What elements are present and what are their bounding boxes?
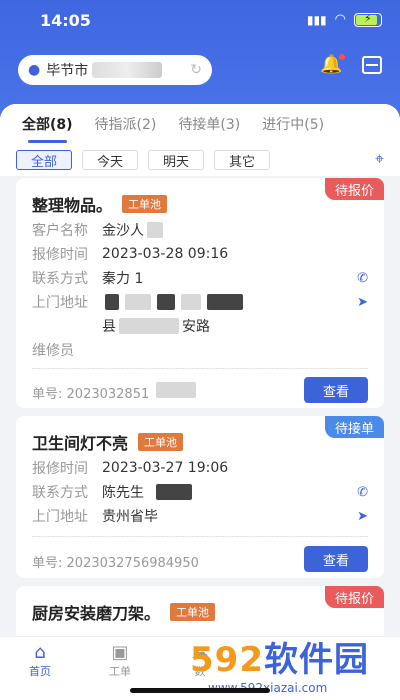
navigate-icon[interactable]: ➤ bbox=[357, 295, 368, 310]
time-label: 报修时间 bbox=[32, 461, 88, 477]
redacted bbox=[207, 294, 243, 310]
order-card[interactable]: 待接单 卫生间灯不亮 工单池 报修时间 2023-03-27 19:06 联系方… bbox=[16, 416, 384, 578]
tabbar-home[interactable]: ⌂ 首页 bbox=[0, 637, 80, 700]
contact-value: 秦力 1 bbox=[102, 271, 144, 287]
filter-today[interactable]: 今天 bbox=[82, 150, 139, 170]
home-indicator bbox=[130, 688, 270, 693]
time-value: 2023-03-28 09:16 bbox=[102, 246, 229, 262]
status-bar: 14:05 ▮▮▮ ◠ ⚡ bbox=[0, 0, 400, 40]
time-row: 报修时间 2023-03-27 19:06 bbox=[32, 458, 368, 478]
view-button[interactable]: 查看 bbox=[304, 377, 368, 403]
watermark-number: 592 bbox=[190, 640, 264, 680]
time-label: 报修时间 bbox=[32, 247, 88, 263]
divider bbox=[32, 368, 368, 369]
customer-value: 金沙人 bbox=[102, 223, 144, 239]
order-card[interactable]: 待报价 厨房安装磨刀架。 工单池 bbox=[16, 586, 384, 636]
filter-tomorrow[interactable]: 明天 bbox=[148, 150, 205, 170]
order-tag: 工单池 bbox=[122, 195, 168, 213]
notification-dot bbox=[339, 54, 346, 60]
customer-row: 客户名称 金沙人 bbox=[32, 220, 368, 240]
order-title-text: 整理物品。 bbox=[32, 196, 113, 215]
redacted bbox=[157, 294, 175, 310]
watermark-logo: 592软件园 bbox=[190, 632, 400, 681]
order-title-text: 卫生间灯不亮 bbox=[32, 434, 129, 453]
address-row: 上门地址 ➤ bbox=[32, 292, 368, 312]
worker-label: 维修员 bbox=[32, 343, 74, 359]
address-row: 上门地址 贵州省毕 ➤ bbox=[32, 506, 368, 526]
tab-pending-accept[interactable]: 待接单(3) bbox=[178, 114, 240, 134]
order-title: 整理物品。 工单池 bbox=[32, 192, 168, 216]
date-filters: 全部 今天 明天 其它 bbox=[0, 144, 400, 176]
map-location-icon[interactable]: ⌖ bbox=[375, 149, 384, 169]
wifi-icon: ◠ bbox=[334, 12, 346, 27]
address-row-2: 县 安路 bbox=[102, 316, 362, 336]
notification-bell-icon[interactable]: 🔔 bbox=[320, 54, 346, 75]
phone-icon[interactable]: ✆ bbox=[357, 271, 368, 286]
redacted bbox=[105, 294, 119, 310]
home-icon: ⌂ bbox=[34, 642, 46, 663]
order-number-label: 单号: bbox=[32, 556, 63, 571]
location-redacted bbox=[92, 62, 163, 78]
order-title: 厨房安装磨刀架。 工单池 bbox=[32, 600, 216, 624]
status-badge: 待接单 bbox=[324, 416, 384, 438]
status-icons: ▮▮▮ ◠ ⚡ bbox=[307, 12, 382, 27]
order-number-value: 2023032851 bbox=[66, 387, 150, 402]
address-label: 上门地址 bbox=[32, 295, 88, 311]
contact-row: 联系方式 陈先生 ✆ bbox=[32, 482, 368, 502]
contact-row: 联系方式 秦力 1 ✆ bbox=[32, 268, 368, 288]
status-time: 14:05 bbox=[40, 11, 91, 30]
order-panel: 全部(8) 待指派(2) 待接单(3) 进行中(5) 全部 今天 明天 其它 ⌖… bbox=[0, 104, 400, 636]
order-tag: 工单池 bbox=[170, 603, 216, 621]
tab-all[interactable]: 全部(8) bbox=[22, 114, 73, 143]
order-number: 单号: 2023032756984950 bbox=[32, 552, 199, 571]
scan-icon[interactable] bbox=[362, 56, 382, 74]
contact-value: 陈先生 bbox=[102, 485, 144, 501]
tabbar-home-label: 首页 bbox=[29, 665, 51, 678]
time-value: 2023-03-27 19:06 bbox=[102, 460, 229, 476]
signal-icon: ▮▮▮ bbox=[306, 12, 327, 27]
redacted bbox=[147, 222, 163, 238]
refresh-icon[interactable]: ↻ bbox=[190, 62, 202, 78]
tabbar-orders-label: 工单 bbox=[109, 665, 131, 678]
order-number: 单号: 2023032851 bbox=[32, 382, 199, 402]
clipboard-icon: ▣ bbox=[111, 642, 129, 663]
order-number-label: 单号: bbox=[32, 387, 63, 402]
watermark-text: 软件园 bbox=[263, 640, 369, 680]
view-button[interactable]: 查看 bbox=[304, 546, 368, 572]
divider bbox=[32, 536, 368, 537]
tab-pending-assign[interactable]: 待指派(2) bbox=[95, 114, 157, 134]
filter-other[interactable]: 其它 bbox=[214, 150, 271, 170]
location-city: 毕节市 bbox=[46, 63, 89, 79]
contact-label: 联系方式 bbox=[32, 485, 88, 501]
address-value: 贵州省毕 bbox=[102, 509, 158, 525]
order-number-value: 2023032756984950 bbox=[66, 556, 199, 571]
battery-icon: ⚡ bbox=[354, 12, 382, 27]
location-selector[interactable]: ● 毕节市 ↻ bbox=[18, 55, 212, 85]
order-title-text: 厨房安装磨刀架。 bbox=[32, 604, 161, 623]
redacted bbox=[181, 294, 201, 310]
status-badge: 待报价 bbox=[324, 178, 384, 200]
filter-all[interactable]: 全部 bbox=[16, 150, 73, 170]
worker-row: 维修员 bbox=[32, 340, 368, 360]
redacted bbox=[119, 318, 179, 334]
address-label: 上门地址 bbox=[32, 509, 88, 525]
tab-in-progress[interactable]: 进行中(5) bbox=[262, 114, 324, 134]
status-badge: 待报价 bbox=[324, 586, 384, 608]
location-pin-icon: ● bbox=[28, 62, 41, 78]
address-line2-a: 县 bbox=[102, 319, 116, 335]
customer-label: 客户名称 bbox=[32, 223, 88, 239]
time-row: 报修时间 2023-03-28 09:16 bbox=[32, 244, 368, 264]
order-card[interactable]: 待报价 整理物品。 工单池 客户名称 金沙人 报修时间 2023-03-28 0… bbox=[16, 178, 384, 408]
contact-label: 联系方式 bbox=[32, 271, 88, 287]
phone-icon[interactable]: ✆ bbox=[357, 485, 368, 500]
navigate-icon[interactable]: ➤ bbox=[357, 509, 368, 524]
address-line2-b: 安路 bbox=[182, 319, 210, 335]
redacted bbox=[125, 294, 151, 310]
redacted bbox=[156, 382, 197, 398]
status-tabs: 全部(8) 待指派(2) 待接单(3) 进行中(5) bbox=[0, 104, 400, 144]
order-tag: 工单池 bbox=[138, 433, 184, 451]
order-title: 卫生间灯不亮 工单池 bbox=[32, 430, 184, 454]
redacted bbox=[156, 484, 192, 500]
